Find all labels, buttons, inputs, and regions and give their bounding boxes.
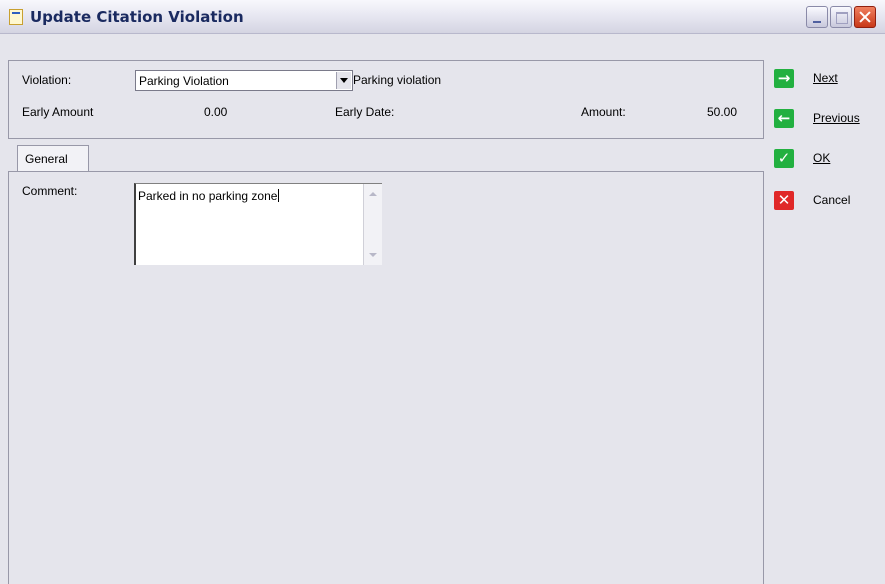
chevron-down-icon[interactable] xyxy=(336,72,351,89)
amount-label: Amount: xyxy=(581,105,626,119)
title-bar[interactable]: Update Citation Violation xyxy=(0,0,885,34)
comment-scrollbar[interactable] xyxy=(363,184,382,265)
update-citation-violation-window: Update Citation Violation Violation: Par… xyxy=(0,0,885,584)
early-amount-label: Early Amount xyxy=(22,105,94,119)
violation-header-panel: Violation: Parking Violation Parking vio… xyxy=(8,60,764,139)
violation-description: Parking violation xyxy=(353,73,442,87)
tab-general-label: General xyxy=(25,152,68,166)
comment-label: Comment: xyxy=(22,184,78,198)
violation-select[interactable]: Parking Violation xyxy=(135,70,353,91)
close-button[interactable] xyxy=(854,6,876,28)
previous-button[interactable]: ← Previous xyxy=(774,107,878,131)
general-tab-page: Comment: Parked in no parking zone xyxy=(8,171,764,584)
document-icon xyxy=(9,9,23,25)
violation-label: Violation: xyxy=(22,73,72,87)
maximize-button[interactable] xyxy=(830,6,852,28)
next-button-label: Next xyxy=(813,71,838,85)
minimize-button[interactable] xyxy=(806,6,828,28)
scroll-down-icon[interactable] xyxy=(366,248,380,262)
scroll-up-icon[interactable] xyxy=(366,187,380,201)
amount-value: 50.00 xyxy=(707,105,738,119)
early-date-label: Early Date: xyxy=(335,105,395,119)
violation-select-value: Parking Violation xyxy=(139,74,229,88)
cancel-button-label: Cancel xyxy=(813,193,851,207)
x-icon: ✕ xyxy=(774,191,794,210)
ok-button[interactable]: ✓ OK xyxy=(774,147,878,171)
comment-text: Parked in no parking zone xyxy=(138,189,278,203)
arrow-left-icon: ← xyxy=(774,109,794,128)
early-amount-value: 0.00 xyxy=(204,105,228,119)
comment-textarea[interactable]: Parked in no parking zone xyxy=(134,183,382,265)
tab-general[interactable]: General xyxy=(17,145,89,172)
ok-button-label: OK xyxy=(813,151,831,165)
check-icon: ✓ xyxy=(774,149,794,168)
window-title: Update Citation Violation xyxy=(30,8,244,26)
arrow-right-icon: → xyxy=(774,69,794,88)
next-button[interactable]: → Next xyxy=(774,67,878,91)
cancel-button[interactable]: ✕ Cancel xyxy=(774,189,878,213)
previous-button-label: Previous xyxy=(813,111,860,125)
